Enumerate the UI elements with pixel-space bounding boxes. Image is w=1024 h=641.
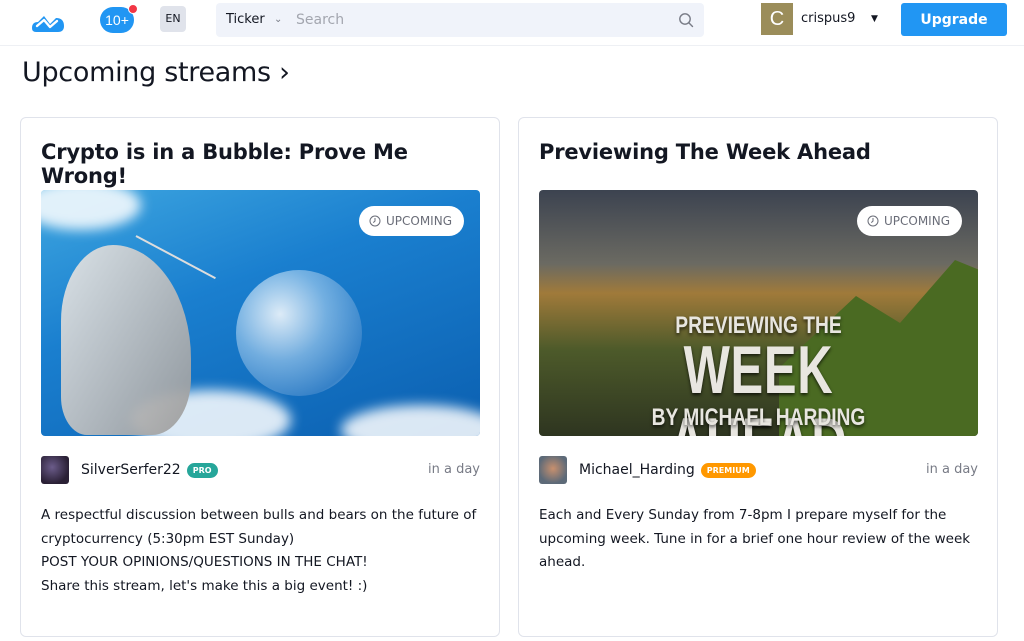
unread-dot-icon: [128, 4, 138, 14]
author-name-link[interactable]: Michael_Harding: [579, 462, 695, 478]
upgrade-button[interactable]: Upgrade: [901, 3, 1007, 36]
stream-time: in a day: [428, 462, 480, 477]
chevron-down-icon[interactable]: ⌄: [274, 3, 282, 37]
section-title-link[interactable]: Upcoming streams ›: [22, 57, 290, 88]
caret-down-icon[interactable]: ▼: [871, 3, 878, 35]
stream-card[interactable]: Previewing The Week Ahead PREVIEWING THE…: [518, 117, 998, 637]
top-bar: 10+ EN Ticker ⌄ C crispus9 ▼ Upgrade: [0, 0, 1024, 46]
description-line: POST YOUR OPINIONS/QUESTIONS IN THE CHAT…: [41, 554, 368, 570]
clock-icon: [369, 215, 381, 227]
author-avatar[interactable]: [41, 456, 69, 484]
search-icon[interactable]: [678, 12, 694, 28]
language-button[interactable]: EN: [160, 6, 186, 32]
notifications-count: 10+: [105, 12, 129, 28]
user-avatar[interactable]: C: [761, 3, 793, 35]
pro-badge: PRO: [186, 462, 218, 478]
stream-title[interactable]: Crypto is in a Bubble: Prove Me Wrong!: [41, 140, 499, 188]
stream-time: in a day: [926, 462, 978, 477]
search-input[interactable]: [296, 9, 666, 31]
search-scope-dropdown[interactable]: Ticker: [226, 3, 265, 37]
description-line: A respectful discussion between bulls an…: [41, 507, 477, 547]
logo-icon[interactable]: [30, 10, 66, 34]
stream-title[interactable]: Previewing The Week Ahead: [539, 140, 871, 164]
description-line: Share this stream, let's make this a big…: [41, 577, 368, 594]
stream-description: A respectful discussion between bulls an…: [41, 504, 481, 598]
author-avatar[interactable]: [539, 456, 567, 484]
stream-description: Each and Every Sunday from 7-8pm I prepa…: [539, 504, 979, 575]
bubble-image: [236, 270, 362, 396]
thumbnail-byline: BY MICHAEL HARDING: [651, 404, 866, 431]
upcoming-badge: UPCOMING: [856, 206, 962, 236]
clock-icon: [867, 215, 879, 227]
cloud-shape: [341, 405, 480, 436]
status-label: UPCOMING: [883, 214, 950, 228]
username[interactable]: crispus9: [801, 3, 855, 35]
author-name-link[interactable]: SilverSerfer22: [81, 462, 181, 478]
stream-thumbnail[interactable]: PREVIEWING THE WEEK AHEAD BY MICHAEL HAR…: [539, 190, 978, 436]
hand-image: [61, 245, 191, 435]
status-label: UPCOMING: [385, 214, 452, 228]
stream-meta: SilverSerfer22 PRO in a day: [41, 456, 480, 486]
description-line: Each and Every Sunday from 7-8pm I prepa…: [539, 507, 971, 570]
search-bar: Ticker ⌄: [216, 3, 704, 37]
premium-badge: PREMIUM: [700, 462, 756, 478]
notifications-button[interactable]: 10+: [100, 4, 138, 33]
stream-meta: Michael_Harding PREMIUM in a day: [539, 456, 978, 486]
upcoming-badge: UPCOMING: [358, 206, 464, 236]
stream-thumbnail[interactable]: UPCOMING: [41, 190, 480, 436]
stream-card[interactable]: Crypto is in a Bubble: Prove Me Wrong! U…: [20, 117, 500, 637]
cloud-shape: [41, 190, 141, 230]
